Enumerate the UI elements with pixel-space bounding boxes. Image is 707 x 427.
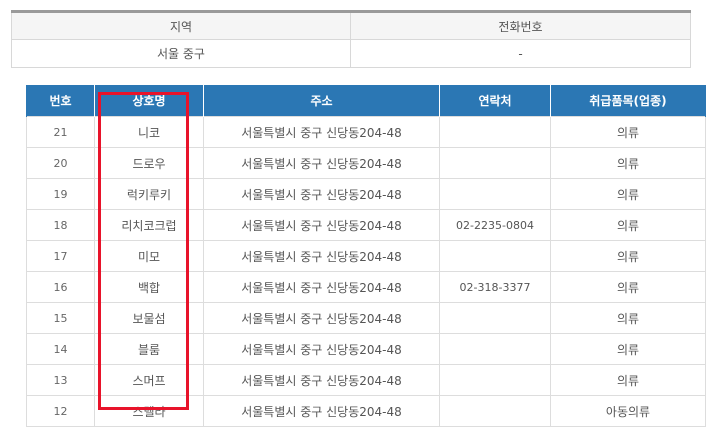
- row-store-name: 미모: [94, 240, 204, 272]
- row-items: 의류: [550, 116, 706, 148]
- row-contact: 02-318-3377: [439, 271, 551, 303]
- row-address: 서울특별시 중구 신당동204-48: [203, 209, 440, 241]
- row-contact: [439, 364, 551, 396]
- table-row: 21 니코 서울특별시 중구 신당동204-48 의류: [26, 116, 706, 148]
- table-row: 19 럭키루키 서울특별시 중구 신당동204-48 의류: [26, 178, 706, 210]
- row-contact: [439, 178, 551, 210]
- row-number: 20: [26, 147, 95, 179]
- row-store-name: 니코: [94, 116, 204, 148]
- table-row: 16 백합 서울특별시 중구 신당동204-48 02-318-3377 의류: [26, 271, 706, 303]
- row-store-name: 드로우: [94, 147, 204, 179]
- table-row: 18 리치코크럽 서울특별시 중구 신당동204-48 02-2235-0804…: [26, 209, 706, 241]
- table-row: 20 드로우 서울특별시 중구 신당동204-48 의류: [26, 147, 706, 179]
- table-row: 12 스텔라 서울특별시 중구 신당동204-48 아동의류: [26, 395, 706, 427]
- row-number: 13: [26, 364, 95, 396]
- table-row: 17 미모 서울특별시 중구 신당동204-48 의류: [26, 240, 706, 272]
- row-number: 17: [26, 240, 95, 272]
- row-store-name: 백합: [94, 271, 204, 303]
- row-items: 의류: [550, 333, 706, 365]
- row-items: 의류: [550, 240, 706, 272]
- col-header-contact: 연락처: [439, 85, 551, 117]
- row-address: 서울특별시 중구 신당동204-48: [203, 364, 440, 396]
- region-value: 서울 중구: [11, 39, 351, 68]
- region-info-header-row: 지역 전화번호: [11, 11, 691, 40]
- row-contact: [439, 116, 551, 148]
- row-store-name: 리치코크럽: [94, 209, 204, 241]
- row-contact: [439, 333, 551, 365]
- table-row: 14 블룸 서울특별시 중구 신당동204-48 의류: [26, 333, 706, 365]
- row-contact: [439, 147, 551, 179]
- row-items: 의류: [550, 302, 706, 334]
- row-items: 의류: [550, 364, 706, 396]
- row-contact: [439, 240, 551, 272]
- row-items: 의류: [550, 147, 706, 179]
- row-store-name: 보물섬: [94, 302, 204, 334]
- row-address: 서울특별시 중구 신당동204-48: [203, 271, 440, 303]
- table-row: 13 스머프 서울특별시 중구 신당동204-48 의류: [26, 364, 706, 396]
- row-address: 서울특별시 중구 신당동204-48: [203, 240, 440, 272]
- phone-header: 전화번호: [350, 11, 691, 40]
- row-address: 서울특별시 중구 신당동204-48: [203, 333, 440, 365]
- row-items: 의류: [550, 271, 706, 303]
- row-store-name: 럭키루키: [94, 178, 204, 210]
- row-address: 서울특별시 중구 신당동204-48: [203, 178, 440, 210]
- row-items: 의류: [550, 178, 706, 210]
- store-list-header-row: 번호 상호명 주소 연락처 취급품목(업종): [26, 85, 706, 117]
- row-number: 15: [26, 302, 95, 334]
- col-header-store-name: 상호명: [94, 85, 204, 117]
- row-items: 의류: [550, 209, 706, 241]
- phone-value: -: [350, 39, 691, 68]
- table-row: 15 보물섬 서울특별시 중구 신당동204-48 의류: [26, 302, 706, 334]
- col-header-items: 취급품목(업종): [550, 85, 706, 117]
- row-address: 서울특별시 중구 신당동204-48: [203, 395, 440, 427]
- region-info-table: 지역 전화번호 서울 중구 -: [11, 10, 691, 68]
- row-number: 14: [26, 333, 95, 365]
- row-items: 아동의류: [550, 395, 706, 427]
- row-number: 16: [26, 271, 95, 303]
- row-store-name: 블룸: [94, 333, 204, 365]
- row-contact: 02-2235-0804: [439, 209, 551, 241]
- row-contact: [439, 395, 551, 427]
- row-number: 12: [26, 395, 95, 427]
- store-list-table: 번호 상호명 주소 연락처 취급품목(업종) 21 니코 서울특별시 중구 신당…: [26, 85, 706, 427]
- row-number: 21: [26, 116, 95, 148]
- region-info-value-row: 서울 중구 -: [11, 39, 691, 68]
- row-store-name: 스머프: [94, 364, 204, 396]
- row-address: 서울특별시 중구 신당동204-48: [203, 147, 440, 179]
- row-store-name: 스텔라: [94, 395, 204, 427]
- row-number: 19: [26, 178, 95, 210]
- row-address: 서울특별시 중구 신당동204-48: [203, 302, 440, 334]
- region-header: 지역: [11, 11, 351, 40]
- col-header-number: 번호: [26, 85, 95, 117]
- col-header-address: 주소: [203, 85, 440, 117]
- row-address: 서울특별시 중구 신당동204-48: [203, 116, 440, 148]
- row-contact: [439, 302, 551, 334]
- row-number: 18: [26, 209, 95, 241]
